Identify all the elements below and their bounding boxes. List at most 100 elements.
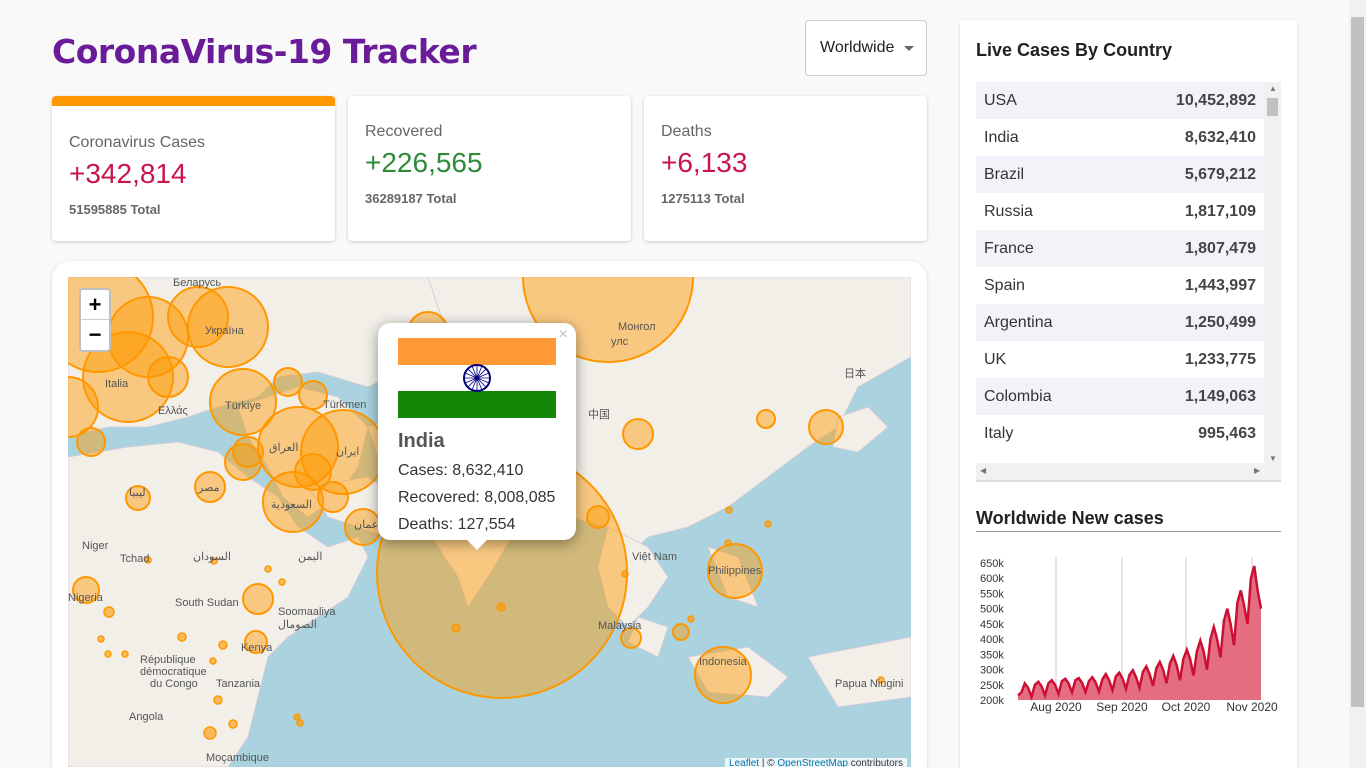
table-vertical-scrollbar[interactable]: ▲ ▼ xyxy=(1264,82,1281,465)
country-dropdown-value: Worldwide xyxy=(820,39,895,56)
y-tick-label: 400k xyxy=(980,634,1004,646)
row-cases: 1,250,499 xyxy=(1184,313,1256,331)
map-label: Philippines xyxy=(708,565,762,577)
page-scrollbar-thumb[interactable] xyxy=(1351,17,1364,707)
row-country: India xyxy=(984,128,1019,146)
cases-card-title: Coronavirus Cases xyxy=(69,134,206,151)
map-label: Soomaaliya xyxy=(278,606,336,618)
zoom-in-button[interactable]: + xyxy=(81,290,109,320)
map-label: مصر xyxy=(197,482,220,494)
y-tick-label: 550k xyxy=(980,588,1004,600)
map-label: الصومال xyxy=(278,619,317,631)
row-country: Russia xyxy=(984,202,1033,220)
table-row: France 1,807,479 xyxy=(976,230,1264,267)
chart-title: Worldwide New cases xyxy=(976,508,1281,532)
chart-area xyxy=(1018,566,1261,700)
map-label: ليبيا xyxy=(129,487,146,499)
map-label: Tanzania xyxy=(216,678,261,690)
y-tick-label: 250k xyxy=(980,680,1004,692)
row-country: Argentina xyxy=(984,313,1053,331)
recovered-card[interactable]: Recovered +226,565 36289187 Total xyxy=(348,96,631,241)
map-label: Việt Nam xyxy=(632,551,677,563)
map-label: Malaysia xyxy=(598,620,642,632)
map-label: Indonesia xyxy=(699,656,748,668)
table-row: Italy 995,463 xyxy=(976,415,1264,452)
map-label: Türkmen xyxy=(323,399,366,411)
map-label: السودان xyxy=(193,551,231,563)
zoom-control: + − xyxy=(79,288,111,352)
osm-link[interactable]: OpenStreetMap xyxy=(777,758,848,767)
popup-recovered: Recovered: 8,008,085 xyxy=(398,489,556,506)
country-dropdown[interactable]: Worldwide xyxy=(805,20,927,76)
map-label: Moçambique xyxy=(206,752,269,764)
map-label: Papua Niugini xyxy=(835,678,904,690)
x-tick-label: Nov 2020 xyxy=(1226,700,1278,714)
map-label: Tchad xyxy=(120,553,149,565)
x-tick-label: Oct 2020 xyxy=(1162,700,1211,714)
y-tick-label: 350k xyxy=(980,649,1004,661)
map-label: اليمن xyxy=(298,551,322,563)
row-country: Italy xyxy=(984,424,1014,442)
cases-card-total: 51595885 Total xyxy=(69,202,161,217)
chakra-icon xyxy=(463,364,491,392)
x-tick-label: Aug 2020 xyxy=(1030,700,1082,714)
table-row: Colombia 1,149,063 xyxy=(976,378,1264,415)
row-country: UK xyxy=(984,350,1007,368)
y-tick-label: 450k xyxy=(980,619,1004,631)
x-tick-label: Sep 2020 xyxy=(1096,700,1148,714)
close-icon[interactable]: × xyxy=(559,326,568,344)
row-country: Brazil xyxy=(984,165,1025,183)
row-cases: 10,452,892 xyxy=(1175,91,1256,109)
attribution-suffix: contributors xyxy=(847,758,903,767)
map-label: South Sudan xyxy=(175,597,239,609)
cases-card-value: +342,814 xyxy=(69,158,187,189)
app-root: CoronaVirus-19 Tracker Worldwide Coronav… xyxy=(0,0,1366,768)
cases-card[interactable]: Coronavirus Cases +342,814 51595885 Tota… xyxy=(52,96,335,241)
map-label: улс xyxy=(611,336,629,348)
map-label: Монгол xyxy=(618,321,656,333)
scrollbar-thumb[interactable] xyxy=(1267,98,1278,116)
india-flag xyxy=(398,338,556,418)
map-label: ایران xyxy=(336,446,359,458)
map-label: السعودية xyxy=(271,499,312,511)
country-popup: × India Cases: 8,632,410 Recovered: 8,00… xyxy=(378,323,576,550)
chevron-down-icon xyxy=(904,45,915,51)
table-row: Argentina 1,250,499 xyxy=(976,304,1264,341)
row-country: France xyxy=(984,239,1034,257)
map-label: Беларусь xyxy=(173,277,221,289)
y-tick-label: 600k xyxy=(980,573,1004,585)
row-country: Colombia xyxy=(984,387,1052,405)
map-label: Türkiye xyxy=(225,400,261,412)
recovered-card-value: +226,565 xyxy=(365,147,483,178)
table-row: UK 1,233,775 xyxy=(976,341,1264,378)
table-row: Russia 1,817,109 xyxy=(976,193,1264,230)
map-attribution: Leaflet | © OpenStreetMap contributors xyxy=(725,758,907,767)
row-cases: 8,632,410 xyxy=(1184,128,1256,146)
y-tick-label: 200k xyxy=(980,695,1004,707)
cases-table[interactable]: USA 10,452,892 India 8,632,410 Brazil 5,679,2… xyxy=(976,82,1281,482)
map-label: 中国 xyxy=(588,408,610,421)
map-label: Angola xyxy=(129,711,164,723)
row-country: USA xyxy=(984,91,1017,109)
popup-cases: Cases: 8,632,410 xyxy=(398,462,524,479)
row-cases: 5,679,212 xyxy=(1184,165,1256,183)
map-label: عمان xyxy=(354,519,378,531)
map-panel: Беларусь Україна Italia Türkiye Ελλάς Türkmen… xyxy=(52,261,927,768)
table-body: USA 10,452,892 India 8,632,410 Brazil 5,679,2… xyxy=(976,82,1281,452)
leaflet-link[interactable]: Leaflet xyxy=(729,758,759,767)
row-cases: 995,463 xyxy=(1198,424,1256,442)
table-horizontal-scrollbar[interactable]: ◀ ▶ xyxy=(976,463,1281,480)
row-cases: 1,443,997 xyxy=(1184,276,1256,294)
attribution-separator: | © xyxy=(759,758,778,767)
y-tick-label: 300k xyxy=(980,665,1004,677)
table-row: Brazil 5,679,212 xyxy=(976,156,1264,193)
deaths-card[interactable]: Deaths +6,133 1275113 Total xyxy=(644,96,927,241)
page-scrollbar[interactable] xyxy=(1349,0,1366,768)
row-cases: 1,817,109 xyxy=(1184,202,1256,220)
recovered-card-total: 36289187 Total xyxy=(365,191,457,206)
page-title: CoronaVirus-19 Tracker xyxy=(52,32,477,71)
zoom-out-button[interactable]: − xyxy=(81,320,109,350)
row-cases: 1,807,479 xyxy=(1184,239,1256,257)
map-label: Italia xyxy=(105,378,129,390)
world-map[interactable]: Беларусь Україна Italia Türkiye Ελλάς Türkmen… xyxy=(68,277,911,767)
